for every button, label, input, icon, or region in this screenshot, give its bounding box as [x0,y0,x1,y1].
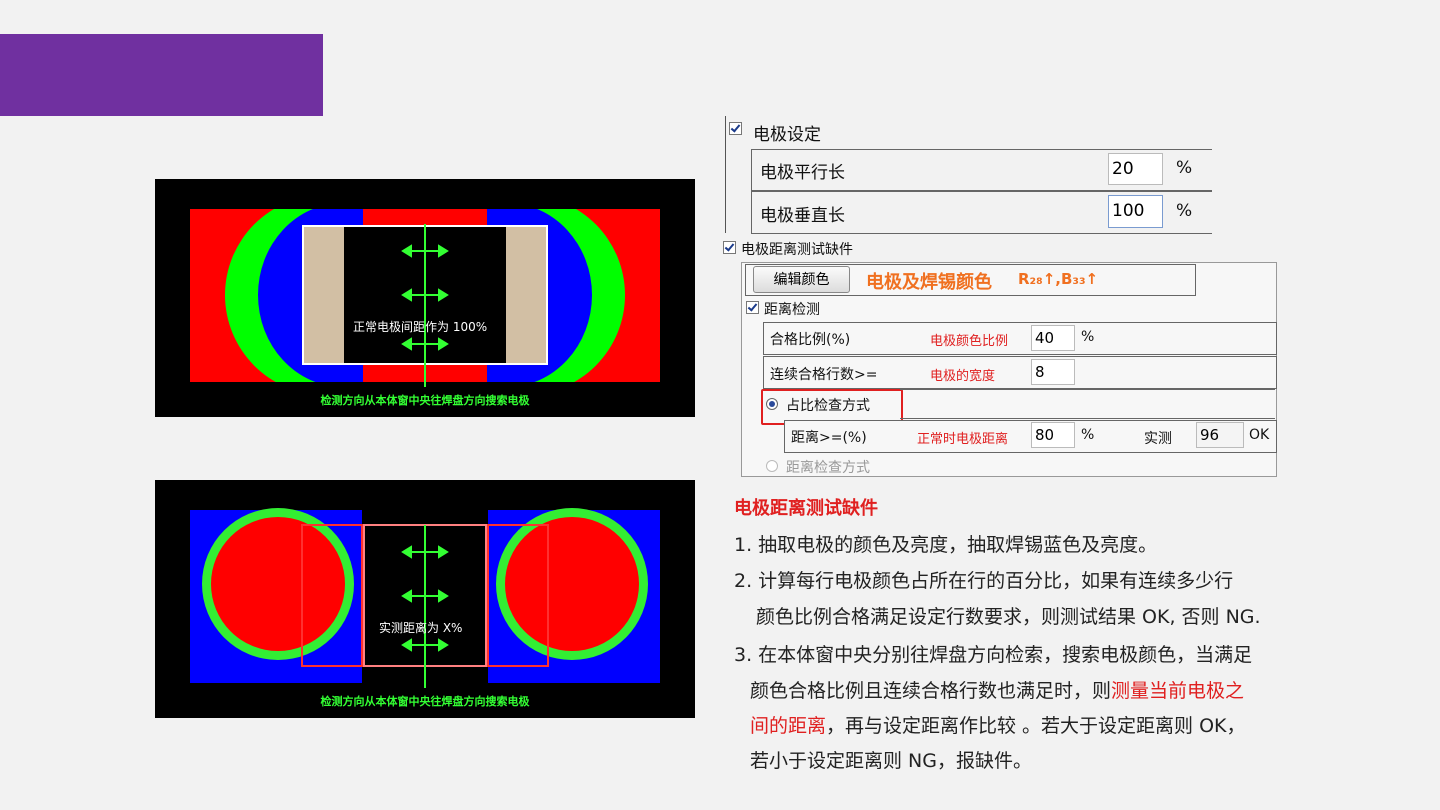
distance-detect-checkbox[interactable] [746,301,759,314]
distance-unit: % [1081,427,1095,443]
vertical-length-unit: % [1176,201,1193,221]
pass-ratio-note: 电极颜色比例 [930,334,1009,349]
distance-input[interactable]: 80 [1031,422,1075,448]
ratio-mode-line-bottom [900,418,1275,419]
pass-ratio-label: 合格比例(%) [770,332,851,348]
distance-label: 距离>=(%) [791,430,867,446]
panel-divider [725,116,726,233]
electrode-settings-checkbox[interactable] [729,122,742,135]
edit-color-button[interactable]: 编辑颜色 [753,266,850,293]
channel-note: R₂₈↑,B₃₃↑ [1018,270,1099,288]
distance-mode-radio[interactable] [766,460,778,472]
title-accent-bar [0,34,323,116]
explanation-line-5: 颜色合格比例且连续合格行数也满足时，则测量当前电极之 [750,676,1244,703]
explanation-line-2: 2. 计算每行电极颜色占所在行的百分比，如果有连续多少行 [734,570,1234,592]
diagram-normal-graphic [155,179,695,417]
measured-label: 实测 [1144,431,1172,447]
consecutive-note: 电极的宽度 [930,369,996,384]
measured-value-field: 96 [1196,422,1244,448]
distance-detect-label: 距离检测 [764,302,820,318]
parallel-length-label: 电极平行长 [760,163,845,183]
pass-ratio-input[interactable]: 40 [1031,325,1075,351]
diagram-normal-label: 正常电极间距作为 100% [353,320,488,334]
diagram-measured-caption: 检测方向从本体窗中央往焊盘方向搜索电极 [320,695,530,708]
explanation-line-4: 3. 在本体窗中央分别往焊盘方向检索，搜索电极颜色，当满足 [734,644,1253,666]
distance-note: 正常时电极距离 [917,432,1009,447]
diagram-measured-distance: 实测距离为 X% 检测方向从本体窗中央往焊盘方向搜索电极 [155,480,695,718]
parallel-length-unit: % [1176,158,1193,178]
ratio-mode-radio[interactable] [766,398,778,410]
distance-test-label: 电极距离测试缺件 [741,242,853,258]
explanation-line-6-plain: ，再与设定距离作比较 。若大于设定距离则 OK， [826,715,1246,737]
vertical-length-input[interactable]: 100 [1108,195,1163,228]
pass-ratio-unit: % [1081,329,1095,345]
measured-ok-status: OK [1249,427,1270,443]
vertical-length-label: 电极垂直长 [760,206,845,226]
color-note: 电极及焊锡颜色 [866,272,992,293]
explanation-line-7: 若小于设定距离则 NG，报缺件。 [750,750,1032,772]
consecutive-input[interactable]: 8 [1031,359,1075,385]
explanation-line-3: 颜色比例合格满足设定行数要求，则测试结果 OK, 否则 NG. [756,606,1261,628]
ratio-mode-line-top [900,389,1275,390]
diagram-normal-distance: 正常电极间距作为 100% 检测方向从本体窗中央往焊盘方向搜索电极 [155,179,695,417]
electrode-settings-label: 电极设定 [753,125,821,145]
ratio-mode-label: 占比检查方式 [786,398,870,414]
explanation-line-5-highlight: 测量当前电极之 [1111,680,1245,702]
explanation-line-1: 1. 抽取电极的颜色及亮度，抽取焊锡蓝色及亮度。 [734,534,1158,556]
explanation-line-6-highlight: 间的距离 [750,715,827,737]
explanation-heading: 电极距离测试缺件 [734,498,878,519]
consecutive-label: 连续合格行数>= [770,367,878,383]
diagram-normal-caption: 检测方向从本体窗中央往焊盘方向搜索电极 [320,394,530,407]
explanation-line-6: 间的距离，再与设定距离作比较 。若大于设定距离则 OK， [750,711,1246,738]
distance-mode-label: 距离检查方式 [786,460,870,476]
explanation-line-5-plain: 颜色合格比例且连续合格行数也满足时，则 [750,680,1112,702]
distance-test-checkbox[interactable] [723,241,736,254]
diagram-measured-label: 实测距离为 X% [379,621,463,635]
parallel-length-input[interactable]: 20 [1108,153,1163,185]
diagram-measured-graphic [190,508,660,688]
